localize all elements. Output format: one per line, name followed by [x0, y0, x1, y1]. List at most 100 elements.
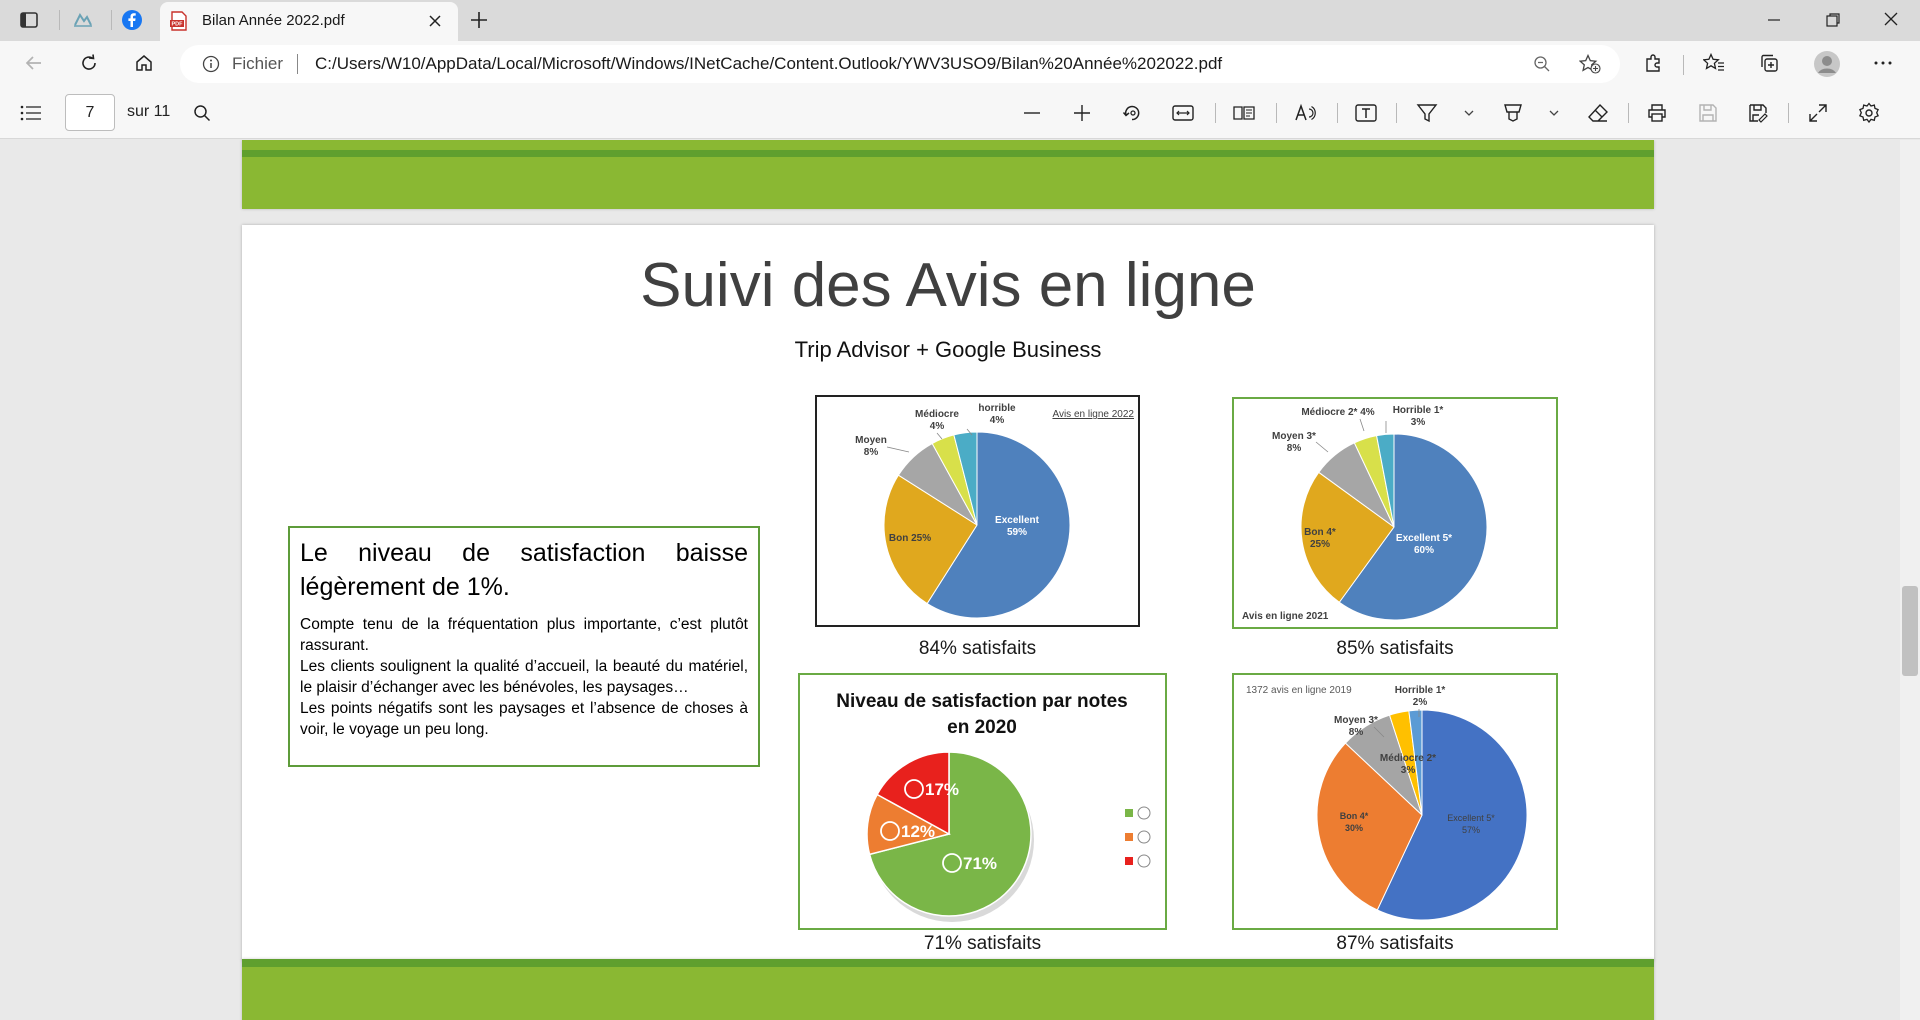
tab-bar: PDF Bilan Année 2022.pdf: [0, 0, 1920, 41]
highlight-options-chevron-icon[interactable]: [1548, 108, 1560, 118]
home-icon[interactable]: [134, 53, 154, 73]
chart-2022: Excellent 59% Bon 25% Moyen 8% Médiocre 4% horr…: [815, 395, 1140, 627]
slice-label: Excellent: [995, 515, 1040, 526]
legend-smiley-icon: [1137, 830, 1151, 844]
summary-text: Compte tenu de la fréquentation plus imp…: [300, 614, 748, 740]
collections-icon[interactable]: [1759, 53, 1779, 73]
minimize-icon[interactable]: [1766, 12, 1782, 28]
tab-title: Bilan Année 2022.pdf: [202, 12, 345, 29]
fullscreen-icon[interactable]: [1808, 103, 1828, 123]
slice-label: 25%: [1310, 539, 1330, 550]
close-tab-icon[interactable]: [428, 14, 442, 28]
url-text[interactable]: C:/Users/W10/AppData/Local/Microsoft/Win…: [315, 54, 1222, 74]
new-tab-icon[interactable]: [469, 10, 489, 30]
refresh-icon[interactable]: [79, 53, 99, 73]
summary-paragraph: Les clients soulignent la qualité d’accu…: [300, 658, 748, 696]
caption-2021: 85% satisfaits: [1336, 638, 1454, 659]
info-icon[interactable]: [202, 55, 220, 73]
tab-active[interactable]: PDF Bilan Année 2022.pdf: [160, 2, 458, 41]
chart-title: Avis en ligne 2022: [1052, 409, 1134, 420]
slice-label: Bon 4*: [1340, 811, 1369, 821]
caption-2020: 71% satisfaits: [923, 933, 1042, 954]
tab-actions-icon[interactable]: [20, 11, 38, 29]
leader-line: [1359, 418, 1365, 432]
add-favorite-icon[interactable]: [1579, 54, 1601, 74]
summary-paragraph: Compte tenu de la fréquentation plus imp…: [300, 616, 748, 654]
slice-label: Médiocre 2* 4%: [1301, 407, 1374, 418]
chart-title: Avis en ligne 2021: [1242, 611, 1329, 622]
slice-label: 4%: [930, 421, 945, 432]
eraser-icon[interactable]: [1587, 102, 1609, 124]
legend-swatch: [1125, 857, 1133, 865]
leader-line: [886, 446, 910, 453]
slice-label: 4%: [990, 415, 1005, 426]
close-window-icon[interactable]: [1883, 11, 1899, 27]
slice-label: 3%: [1411, 417, 1426, 428]
facebook-icon[interactable]: [122, 10, 142, 30]
chart-title: Niveau de satisfaction par notes: [836, 691, 1127, 712]
slice-label: 8%: [864, 447, 879, 458]
save-icon[interactable]: [1697, 102, 1719, 124]
page-title: Suivi des Avis en ligne: [640, 251, 1256, 320]
slice-label: Excellent 5*: [1396, 533, 1452, 544]
legend-swatch: [1125, 833, 1133, 841]
page-total: sur 11: [127, 103, 171, 120]
slice-label: 3%: [1401, 765, 1416, 776]
address-toolbar: Fichier C:/Users/W10/AppData/Local/Micro…: [0, 41, 1920, 87]
table-of-contents-icon[interactable]: [20, 104, 42, 122]
draw-icon[interactable]: [1416, 102, 1438, 124]
slice-label: Médiocre 2*: [1380, 753, 1436, 764]
slice-label: 8%: [1349, 727, 1364, 738]
slice-label: 8%: [1287, 443, 1302, 454]
page-view-icon[interactable]: [1233, 104, 1255, 122]
pie-chart-2020: Niveau de satisfaction par notes en 2020 7…: [836, 691, 1151, 922]
pdf-viewer[interactable]: Suivi des Avis en ligne Trip Advisor + G…: [0, 140, 1920, 1020]
profile-avatar-icon[interactable]: [1813, 50, 1841, 78]
summary-heading: Le niveau de satisfaction baisse légèrem…: [300, 539, 748, 601]
draw-options-chevron-icon[interactable]: [1463, 108, 1475, 118]
scrollbar-track[interactable]: [1900, 140, 1920, 1020]
restore-icon[interactable]: [1825, 12, 1841, 28]
caption-2022: 84% satisfaits: [918, 638, 1037, 659]
slice-label: Bon 4*: [1304, 527, 1336, 538]
zoom-minus-icon[interactable]: [1023, 104, 1041, 122]
chart-2020: Niveau de satisfaction par notes en 2020 7…: [798, 673, 1167, 930]
pie-chart-2022: Excellent59%Bon 25%Moyen8%Médiocre4%horr…: [855, 403, 1134, 619]
highlight-icon[interactable]: [1502, 102, 1524, 124]
previous-page-footer: [242, 140, 1654, 209]
address-field[interactable]: Fichier C:/Users/W10/AppData/Local/Micro…: [180, 45, 1620, 83]
more-menu-icon[interactable]: [1873, 53, 1893, 73]
save-as-icon[interactable]: [1747, 102, 1769, 124]
page-number-input[interactable]: 7: [65, 94, 115, 131]
slice-label: Bon 25%: [889, 533, 931, 544]
zoom-out-icon[interactable]: [1533, 55, 1551, 73]
pinned-site-icon[interactable]: [72, 11, 94, 29]
slice-label: Horrible 1*: [1393, 405, 1444, 416]
slice-label: 12%: [901, 822, 935, 841]
search-icon[interactable]: [193, 104, 211, 122]
pie-chart-2021: Excellent 5*60% Bon 4*25% Moyen 3*8% Médioc…: [1242, 405, 1488, 622]
slice-label: Excellent 5*: [1447, 813, 1495, 823]
rotate-icon[interactable]: [1122, 103, 1142, 123]
favorites-icon[interactable]: [1703, 53, 1725, 73]
add-text-icon[interactable]: [1355, 103, 1377, 123]
pdf-page: Suivi des Avis en ligne Trip Advisor + G…: [242, 225, 1654, 961]
chart-2021: Excellent 5* 60% Bon 4* 25% Moyen 3* 8% Médioc…: [1232, 397, 1558, 629]
caption-2019: 87% satisfaits: [1336, 933, 1454, 954]
scrollbar-thumb[interactable]: [1902, 586, 1918, 676]
chart-title: 1372 avis en ligne 2019: [1246, 685, 1352, 696]
settings-gear-icon[interactable]: [1858, 102, 1880, 124]
read-aloud-icon[interactable]: [1294, 103, 1316, 123]
back-icon[interactable]: [24, 53, 44, 73]
print-icon[interactable]: [1646, 102, 1668, 124]
slice-label: 71%: [963, 854, 997, 873]
legend-smiley-icon: [1137, 806, 1151, 820]
zoom-plus-icon[interactable]: [1073, 104, 1091, 122]
slice-label: 2%: [1413, 697, 1428, 708]
slice-label: 30%: [1345, 823, 1363, 833]
legend-swatch: [1125, 809, 1133, 817]
summary-box: Le niveau de satisfaction baisse légèrem…: [288, 526, 760, 767]
fit-page-icon[interactable]: [1172, 104, 1194, 122]
extensions-icon[interactable]: [1643, 53, 1663, 73]
slice-label: Moyen 3*: [1272, 431, 1316, 442]
